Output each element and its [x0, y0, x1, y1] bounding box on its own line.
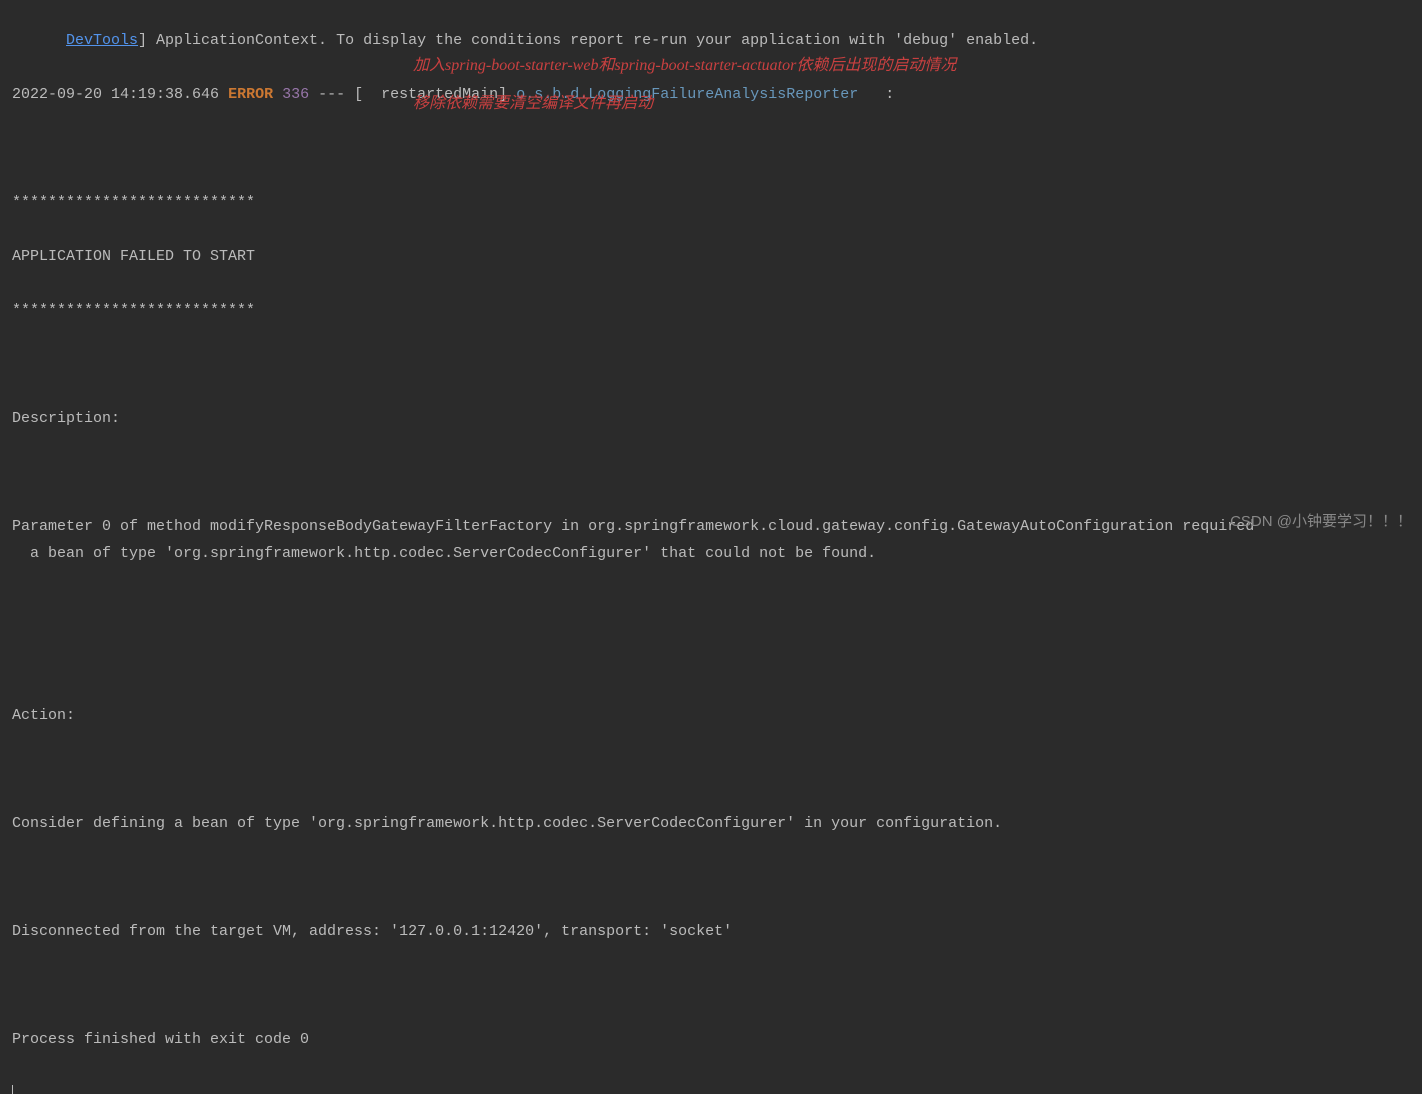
error-log-line: 2022-09-20 14:19:38.646 ERROR 336 --- [ …: [12, 81, 1410, 108]
csdn-watermark: CSDN @小钟要学习！！！: [1230, 508, 1412, 535]
blank-line: [12, 756, 1410, 783]
blank-line: [12, 135, 1410, 162]
annotation-remove-dependency: 移除依赖需要清空编译文件再启动: [413, 90, 653, 119]
blank-line: [12, 594, 1410, 621]
truncated-log-line: DevTools] ApplicationContext. To display…: [12, 27, 1410, 54]
disconnected-line: Disconnected from the target VM, address…: [12, 918, 1410, 945]
blank-line: [12, 351, 1410, 378]
annotation-dependency-added: 加入spring-boot-starter-web和spring-boot-st…: [413, 52, 956, 81]
description-label: Description:: [12, 405, 1410, 432]
blank-line: [12, 459, 1410, 486]
log-timestamp: 2022-09-20 14:19:38.646: [12, 86, 219, 103]
blank-line: [12, 864, 1410, 891]
log-level: ERROR: [228, 86, 273, 103]
action-text: Consider defining a bean of type 'org.sp…: [12, 810, 1410, 837]
failed-header: APPLICATION FAILED TO START: [12, 243, 1410, 270]
blank-line: [12, 972, 1410, 999]
devtools-link[interactable]: DevTools: [66, 32, 138, 49]
stars-line: ***************************: [12, 189, 1410, 216]
action-label: Action:: [12, 702, 1410, 729]
exit-code-line: Process finished with exit code 0: [12, 1026, 1410, 1053]
console-output[interactable]: DevTools] ApplicationContext. To display…: [12, 0, 1410, 1094]
log-pid: 336: [282, 86, 309, 103]
cursor-icon: [12, 1085, 13, 1094]
stars-line: ***************************: [12, 297, 1410, 324]
blank-line: [12, 648, 1410, 675]
description-text: Parameter 0 of method modifyResponseBody…: [12, 513, 1410, 567]
